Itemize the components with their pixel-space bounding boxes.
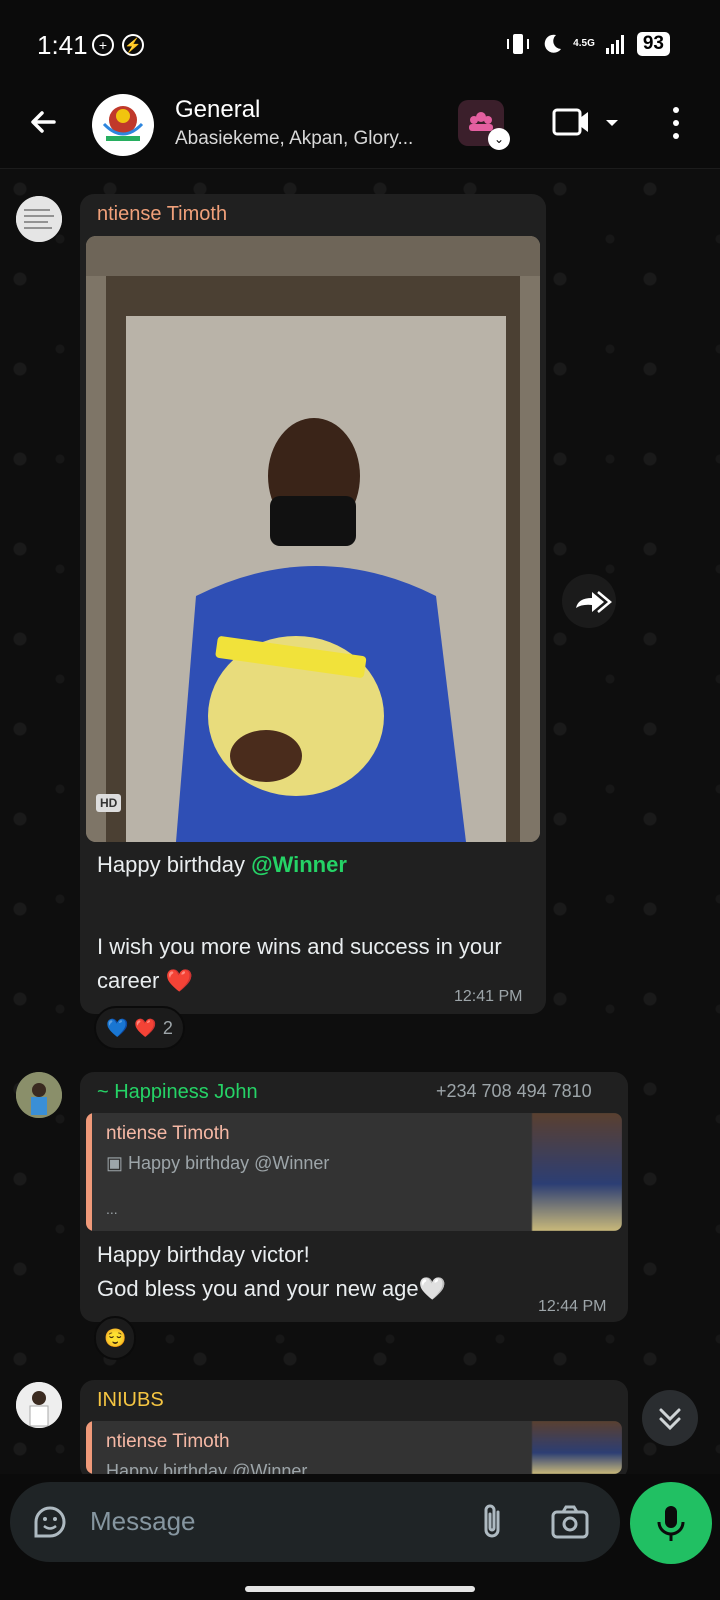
quote-bar	[86, 1113, 92, 1231]
microphone-icon	[657, 1506, 685, 1541]
double-chevron-down-icon	[659, 1408, 681, 1431]
relieved-face-icon: 😌	[104, 1327, 127, 1348]
composer-bar: Message	[0, 1474, 720, 1600]
message-sender[interactable]: ~ Happiness John	[97, 1081, 258, 1104]
voice-record-button[interactable]	[630, 1482, 712, 1564]
image-icon: ▣	[106, 1153, 124, 1173]
moon-icon	[544, 34, 562, 53]
message-text-line: career ❤️	[97, 968, 193, 993]
group-avatar[interactable]	[92, 94, 154, 156]
sender-avatar[interactable]	[16, 196, 62, 242]
quoted-message[interactable]: ntiense Timoth ▣ Happy birthday @Winner …	[86, 1113, 622, 1231]
red-heart-icon: ❤️	[134, 1017, 157, 1038]
quote-text: Happy birthday @Winner	[106, 1461, 308, 1474]
hd-badge: HD	[96, 794, 122, 812]
message-placeholder: Message	[90, 1506, 196, 1536]
forward-icon	[576, 591, 612, 613]
blue-heart-icon: 💙	[106, 1017, 129, 1038]
quote-bar	[86, 1421, 92, 1474]
status-time: 1:41	[37, 30, 88, 60]
reaction-pill[interactable]: 😌	[94, 1316, 137, 1360]
quote-sender: ntiense Timoth	[106, 1431, 230, 1452]
chat-header: General Abasiekeme, Akpan, Glory... ⌄	[0, 90, 720, 169]
sticker-icon[interactable]	[32, 1504, 68, 1540]
chevron-down-icon: ⌄	[488, 128, 510, 150]
message-photo[interactable]: HD	[86, 236, 540, 842]
messenger-icon: ⚡	[122, 34, 144, 56]
scroll-to-bottom-button[interactable]	[642, 1390, 698, 1446]
quote-sender: ntiense Timoth	[106, 1123, 230, 1144]
group-members[interactable]: Abasiekeme, Akpan, Glory...	[175, 128, 413, 150]
forward-button[interactable]	[562, 574, 616, 628]
quote-text-label: Happy birthday @Winner	[128, 1153, 330, 1173]
quote-ellipsis: ...	[106, 1201, 118, 1217]
sender-avatar[interactable]	[16, 1382, 62, 1428]
message-text-line: God bless you and your new age🤍	[97, 1276, 447, 1301]
signal-icon	[605, 35, 624, 54]
home-indicator[interactable]	[245, 1586, 475, 1592]
network-label: 4.5G	[573, 38, 595, 49]
message-input[interactable]: Message	[10, 1482, 620, 1562]
message-text-line: I wish you more wins and success in your	[97, 934, 502, 959]
group-title[interactable]: General	[175, 96, 260, 124]
community-button[interactable]: ⌄	[458, 100, 510, 150]
overflow-menu-icon[interactable]	[668, 106, 684, 140]
quote-thumbnail	[532, 1113, 622, 1231]
message-time: 12:44 PM	[538, 1298, 607, 1315]
mention-link[interactable]: @Winner	[251, 852, 347, 877]
message-text-line: Happy birthday victor!	[97, 1242, 310, 1267]
add-circle-icon: +	[92, 34, 114, 56]
back-arrow-icon[interactable]	[24, 102, 64, 142]
battery-level: 93	[636, 32, 670, 56]
sender-avatar[interactable]	[16, 1072, 62, 1118]
status-bar: 1:41 + ⚡ 4.5G 93	[0, 0, 720, 90]
reaction-count: 2	[162, 1017, 173, 1038]
message-text: Happy birthday @Winner	[97, 848, 347, 882]
attach-icon[interactable]	[478, 1502, 508, 1542]
message-sender[interactable]: INIUBS	[97, 1389, 164, 1412]
video-call-icon[interactable]	[552, 106, 622, 140]
quoted-message[interactable]: ntiense Timoth Happy birthday @Winner	[86, 1421, 622, 1474]
sender-phone: +234 708 494 7810	[436, 1081, 592, 1101]
reaction-pill[interactable]: 💙 ❤️ 2	[94, 1006, 185, 1050]
message-sender[interactable]: ntiense Timoth	[97, 203, 227, 226]
camera-icon[interactable]	[550, 1504, 590, 1540]
quote-thumbnail	[532, 1421, 622, 1474]
message-text-prefix: Happy birthday	[97, 852, 252, 877]
vibrate-icon	[507, 34, 530, 54]
quote-text: ▣ Happy birthday @Winner	[106, 1153, 329, 1174]
message-time: 12:41 PM	[454, 988, 523, 1005]
